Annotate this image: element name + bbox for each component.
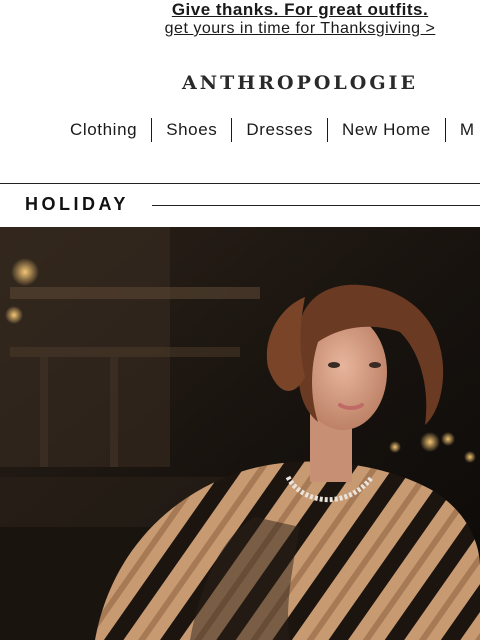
header-divider — [0, 183, 480, 184]
nav-item-new-home[interactable]: New Home — [326, 118, 445, 142]
promo-headline-link[interactable]: Give thanks. For great outfits. — [0, 0, 480, 19]
hero-image[interactable] — [0, 227, 480, 640]
section-title-rule — [152, 205, 480, 206]
nav-item-clothing[interactable]: Clothing — [56, 118, 151, 142]
nav-item-dresses[interactable]: Dresses — [231, 118, 327, 142]
hero-photo-illustration — [0, 227, 480, 640]
nav-item-shoes[interactable]: Shoes — [151, 118, 231, 142]
promo-thanksgiving-link[interactable]: get yours in time for Thanksgiving > — [0, 19, 480, 38]
section-title: HOLIDAY — [25, 194, 129, 214]
main-nav: Clothing Shoes Dresses New Home M — [56, 118, 480, 142]
brand-logo[interactable]: ANTHROPOLOGIE — [0, 72, 480, 94]
nav-item-more[interactable]: M — [444, 118, 480, 142]
promo-banner[interactable]: Give thanks. For great outfits. get your… — [0, 0, 480, 38]
